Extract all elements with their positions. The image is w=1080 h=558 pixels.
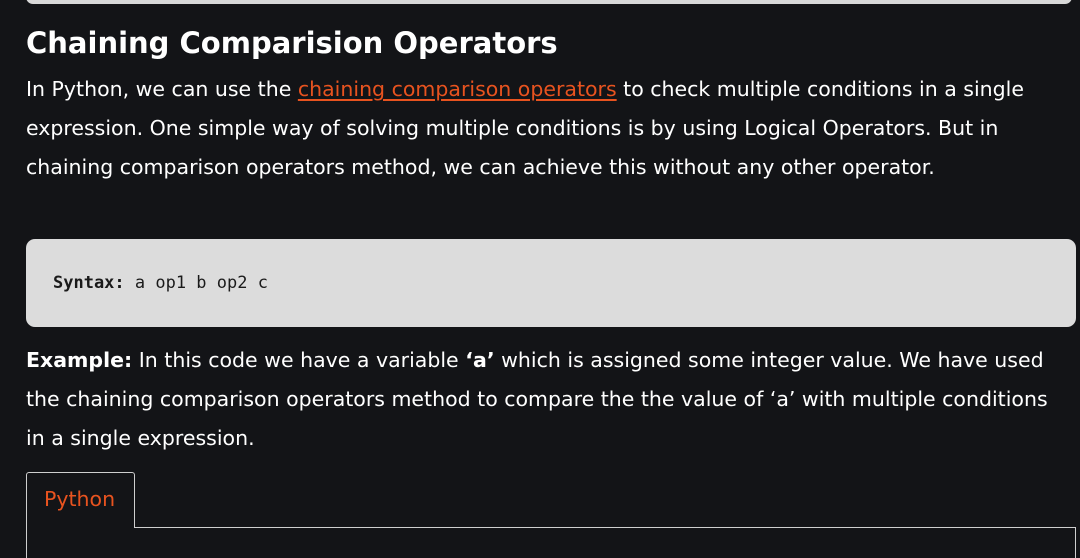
tab-python[interactable]: Python [26, 472, 135, 528]
syntax-label: Syntax: [53, 273, 125, 293]
example-text-start: In this code we have a variable [132, 348, 466, 372]
example-paragraph: Example: In this code we have a variable… [26, 341, 1066, 458]
example-label: Example: [26, 348, 133, 372]
tab-python-label: Python [44, 487, 116, 511]
section-heading: Chaining Comparision Operators [26, 26, 558, 60]
previous-code-block [26, 0, 1072, 4]
syntax-block: Syntax: a op1 b op2 c [26, 239, 1076, 327]
syntax-code: a op1 b op2 c [124, 273, 268, 293]
chaining-operators-link[interactable]: chaining comparison operators [298, 77, 617, 101]
intro-paragraph: In Python, we can use the chaining compa… [26, 70, 1066, 187]
intro-text-start: In Python, we can use the [26, 77, 298, 101]
code-tab-panel [26, 527, 1076, 558]
syntax-line: Syntax: a op1 b op2 c [53, 272, 268, 294]
example-variable: ‘a’ [465, 348, 495, 372]
